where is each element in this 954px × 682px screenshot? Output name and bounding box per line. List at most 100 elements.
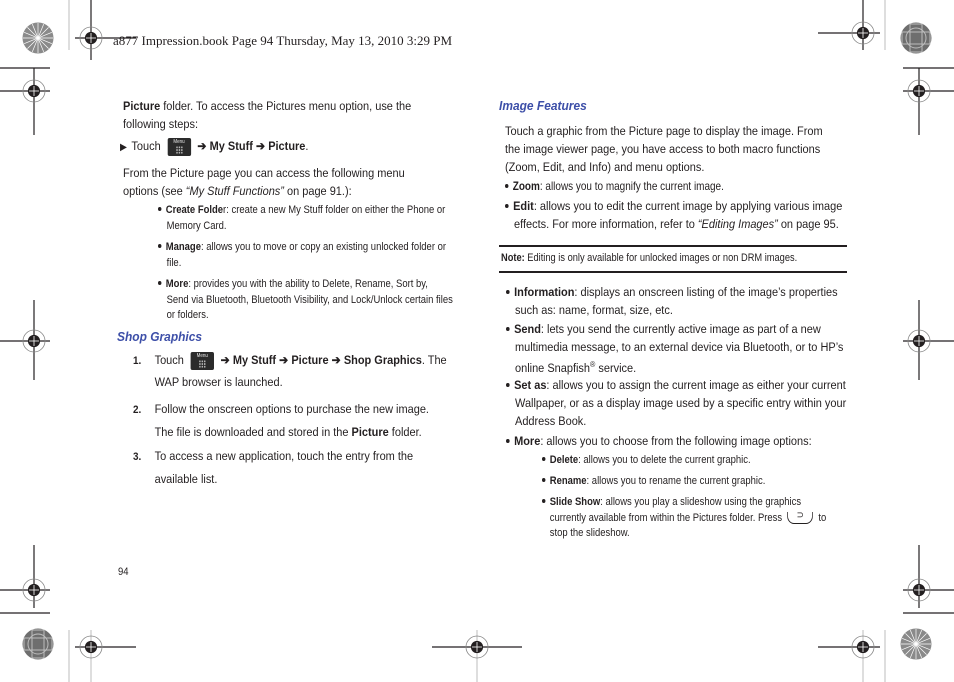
feature-desc: : allows you to edit the current image b… xyxy=(533,199,843,213)
option-desc-cont: or folders. xyxy=(166,309,209,321)
rosette-icon xyxy=(22,628,54,660)
option-desc-cont: Send via Bluetooth, Bluetooth Visibility… xyxy=(166,293,453,306)
rosette-icon xyxy=(900,628,932,660)
bullet-icon xyxy=(158,244,162,249)
option-term: More xyxy=(165,278,189,290)
my-stuff-functions-link[interactable]: “My Stuff Functions” xyxy=(186,184,284,198)
shop-graphics-heading: Shop Graphics xyxy=(117,329,203,344)
touch-path: ➔ My Stuff ➔ Picture xyxy=(197,139,306,153)
image-features-intro: Touch a graphic from the Picture page to… xyxy=(505,122,847,176)
item-desc-cont: Wallpaper, or as a display image used by… xyxy=(515,396,847,410)
from-picture-line2: options (see xyxy=(123,184,186,198)
option-desc-cont: Memory Card. xyxy=(166,219,227,232)
note-text: Editing is only available for unlocked i… xyxy=(524,252,798,264)
page-ref: on page 95. xyxy=(777,217,839,231)
option-term: Manage xyxy=(165,241,201,253)
item-desc-cont: multimedia message, to an external devic… xyxy=(515,340,844,354)
step-text-cont: The file is downloaded and stored in the xyxy=(154,425,352,439)
intro-line: Touch a graphic from the Picture page to… xyxy=(505,124,823,138)
touch-label: Touch xyxy=(154,353,184,367)
more-option-desc-cont: currently available from within the Pict… xyxy=(549,511,785,524)
item-desc-cont: such as: name, format, size, etc. xyxy=(515,303,673,317)
step-text: To access a new application, touch the e… xyxy=(154,449,414,463)
step-number: 1. xyxy=(133,355,142,367)
from-picture-page-ref: on page 91.): xyxy=(283,184,352,198)
more-option-slide-show: Slide Show: allows you play a slideshow … xyxy=(542,495,826,542)
feature-edit: Edit: allows you to edit the current ima… xyxy=(505,197,865,233)
option-more: More: provides you with the ability to D… xyxy=(158,277,468,324)
bullet-icon xyxy=(505,183,509,188)
intro-paragraph: Picture folder. To access the Pictures m… xyxy=(123,97,465,133)
from-picture-line1: From the Picture page you can access the… xyxy=(123,166,405,180)
feature-zoom: Zoom: allows you to magnify the current … xyxy=(505,178,832,196)
intro-text: folder. To access the Pictures menu opti… xyxy=(160,99,412,113)
rosette-icon xyxy=(900,22,932,54)
option-create-folder: Create Folder: create a new My Stuff fol… xyxy=(158,203,468,234)
item-term: Information xyxy=(514,285,575,299)
touch-label: Touch xyxy=(131,139,161,153)
menu-key-label: Menu xyxy=(196,352,208,359)
bullet-icon xyxy=(158,281,162,286)
shop-path: ➔ My Stuff ➔ Picture ➔ Shop Graphics xyxy=(220,353,422,367)
feature-desc: : allows you to magnify the current imag… xyxy=(539,180,724,193)
step-text: Follow the onscreen options to purchase … xyxy=(154,402,429,416)
step-number: 3. xyxy=(133,451,142,463)
item-send: Send: lets you send the currently active… xyxy=(506,320,866,377)
more-option-desc: : allows you to rename the current graph… xyxy=(586,475,766,487)
item-term: Send xyxy=(514,322,541,336)
note-label: Note: xyxy=(501,252,525,264)
note-bottom-rule xyxy=(499,271,847,273)
intro-bold: Picture xyxy=(123,99,161,113)
picture-bold: Picture xyxy=(351,425,389,439)
item-more: More: allows you to choose from the foll… xyxy=(506,432,866,450)
page-number: 94 xyxy=(118,566,129,578)
step-number: 2. xyxy=(133,404,142,416)
feature-desc-cont: effects. For more information, refer to xyxy=(514,217,698,231)
bullet-icon xyxy=(542,499,546,504)
more-option-desc: : allows you play a slideshow using the … xyxy=(600,496,802,508)
more-option-desc-cont: stop the slideshow. xyxy=(549,527,630,539)
shop-step-1: 1. Touch Menu ➔ My Stuff ➔ Picture ➔ Shop… xyxy=(133,351,475,391)
option-manage: Manage: allows you to move or copy an ex… xyxy=(158,240,468,271)
more-option-rename: Rename: allows you to rename the current… xyxy=(542,474,765,490)
more-option-term: Rename xyxy=(549,475,587,487)
item-term: Set as xyxy=(514,378,547,392)
bullet-icon xyxy=(505,203,509,208)
bullet-icon xyxy=(506,326,510,331)
back-key-glyph: ⊃ xyxy=(796,509,804,521)
more-option-term: Delete xyxy=(549,454,579,466)
step-text-suffix: folder. xyxy=(388,425,422,439)
item-desc-cont: Address Book. xyxy=(515,414,587,428)
note: Note: Editing is only available for unlo… xyxy=(501,251,797,267)
item-desc-cont: online Snapfish xyxy=(515,361,591,376)
keypad-grid-icon xyxy=(198,359,206,368)
touch-period: . xyxy=(305,139,309,153)
feature-term: Zoom xyxy=(512,180,540,193)
bullet-icon xyxy=(506,438,510,443)
more-option-term: Slide Show xyxy=(549,496,601,508)
step-arrow-icon: ▶ xyxy=(120,142,127,153)
option-desc-cont: file. xyxy=(166,256,182,269)
item-information: Information: displays an onscreen listin… xyxy=(506,283,866,319)
more-option-desc: : allows you to delete the current graph… xyxy=(578,454,751,466)
feature-term: Edit xyxy=(513,199,534,213)
step-text: . The xyxy=(421,353,447,367)
intro-line: the image viewer page, you have access t… xyxy=(505,142,821,156)
editing-images-link[interactable]: “Editing Images” xyxy=(698,217,778,231)
more-option-desc-suffix: to xyxy=(815,511,827,524)
option-desc: r: create a new My Stuff folder on eithe… xyxy=(223,204,446,216)
item-term: More xyxy=(514,434,541,448)
touch-step: ▶ Touch Menu ➔ My Stuff ➔ Picture. xyxy=(120,137,462,157)
item-desc: : allows you to choose from the followin… xyxy=(540,434,812,448)
keypad-grid-icon xyxy=(175,145,183,154)
note-top-rule xyxy=(499,245,847,247)
bullet-icon xyxy=(506,382,510,387)
back-key-icon: ⊃ xyxy=(787,509,814,524)
shop-step-3: 3. To access a new application, touch the… xyxy=(133,445,475,490)
item-desc: : displays an onscreen listing of the im… xyxy=(574,285,838,299)
bullet-icon xyxy=(542,478,546,483)
book-slug: a877 Impression.book Page 94 Thursday, M… xyxy=(113,33,453,48)
item-desc-suffix: service. xyxy=(595,361,637,376)
shop-step-2: 2. Follow the onscreen options to purchas… xyxy=(133,398,475,443)
bullet-icon xyxy=(506,289,510,294)
